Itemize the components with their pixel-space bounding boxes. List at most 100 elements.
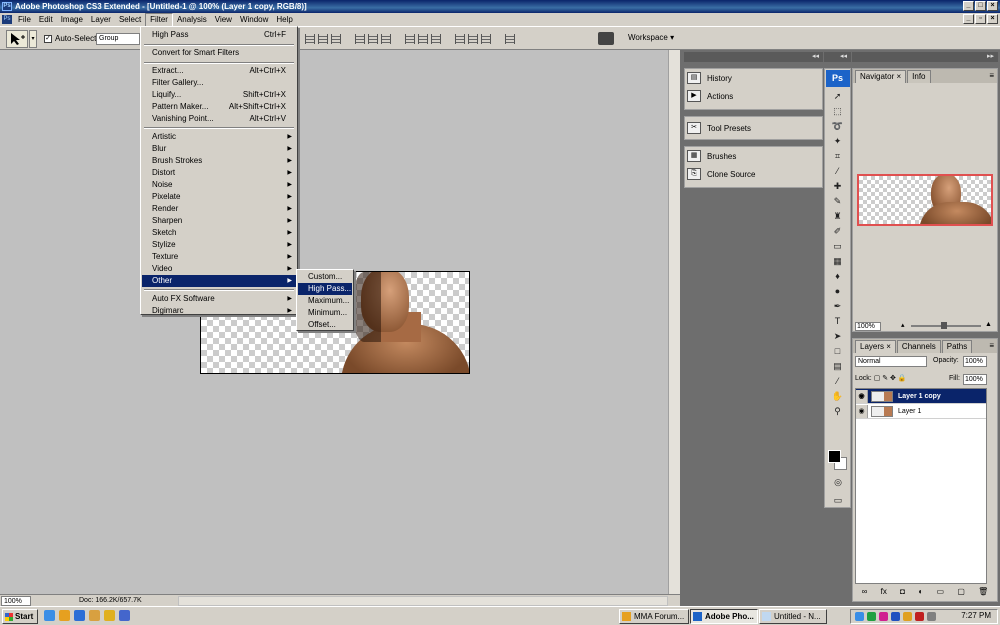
screen-mode-icon[interactable]: ▭ xyxy=(830,494,846,506)
navigator-preview[interactable] xyxy=(857,174,993,226)
menu-item-texture[interactable]: Texture ▶ xyxy=(142,251,296,263)
zoom-out-icon[interactable]: ▴ xyxy=(901,321,905,329)
menu-item-sketch[interactable]: Sketch ▶ xyxy=(142,227,296,239)
move-tool-preset-button[interactable] xyxy=(6,30,28,48)
menu-item-vanishing-point[interactable]: Vanishing Point... Alt+Ctrl+V xyxy=(142,113,296,125)
menu-item-distort[interactable]: Distort ▶ xyxy=(142,167,296,179)
menu-item-convert-smart-filters[interactable]: Convert for Smart Filters xyxy=(142,47,296,59)
magic-wand-tool-icon[interactable]: ✦ xyxy=(830,135,846,147)
auto-align-icon[interactable] xyxy=(505,34,515,44)
menu-item-stylize[interactable]: Stylize ▶ xyxy=(142,239,296,251)
lock-icons[interactable]: ▢ ✎ ✥ 🔒 xyxy=(874,375,907,382)
menu-item-pattern-maker[interactable]: Pattern Maker... Alt+Shift+Ctrl+X xyxy=(142,101,296,113)
menu-item-extract[interactable]: Extract... Alt+Ctrl+X xyxy=(142,65,296,77)
tab-navigator[interactable]: Navigator × xyxy=(855,70,907,83)
menu-item-liquify[interactable]: Liquify... Shift+Ctrl+X xyxy=(142,89,296,101)
menu-view[interactable]: View xyxy=(211,14,236,26)
vertical-scrollbar[interactable] xyxy=(668,50,680,594)
media-icon[interactable] xyxy=(104,610,115,621)
distribute-vcenter-icon[interactable] xyxy=(418,34,428,44)
new-layer-icon[interactable]: ▢ xyxy=(957,587,965,599)
menu-item-video[interactable]: Video ▶ xyxy=(142,263,296,275)
opacity-field[interactable]: 100% xyxy=(963,356,987,367)
menu-item-digimarc[interactable]: Digimarc ▶ xyxy=(142,305,296,317)
minimize-button[interactable]: _ xyxy=(963,1,974,11)
network-icon[interactable] xyxy=(855,612,864,621)
messenger-icon[interactable] xyxy=(867,612,876,621)
dodge-tool-icon[interactable]: ● xyxy=(830,285,846,297)
clone-stamp-tool-icon[interactable]: ♜ xyxy=(830,210,846,222)
blend-mode-dropdown[interactable]: Normal xyxy=(855,356,927,367)
eraser-tool-icon[interactable]: ▭ xyxy=(830,240,846,252)
layer-row[interactable]: ◉ Layer 1 xyxy=(856,404,986,419)
auto-select-checkbox[interactable]: ✓ Auto-Select: xyxy=(44,34,99,43)
start-button[interactable]: Start xyxy=(2,609,38,624)
layer-style-icon[interactable]: fx xyxy=(881,587,887,599)
dock-collapse-icon[interactable]: ◂◂ xyxy=(684,52,823,62)
marquee-tool-icon[interactable]: ⬚ xyxy=(830,105,846,117)
close-button[interactable]: × xyxy=(987,1,998,11)
menu-edit[interactable]: Edit xyxy=(35,14,57,26)
browser-icon[interactable] xyxy=(44,610,55,621)
tool-preset-dropdown-icon[interactable]: ▾ xyxy=(29,30,37,48)
healing-brush-tool-icon[interactable]: ✚ xyxy=(830,180,846,192)
doc-minimize-button[interactable]: _ xyxy=(963,14,974,24)
menu-analysis[interactable]: Analysis xyxy=(173,14,211,26)
tab-channels[interactable]: Channels xyxy=(896,340,941,353)
brush-tool-icon[interactable]: ✎ xyxy=(830,195,846,207)
notes-tool-icon[interactable]: ▤ xyxy=(830,360,846,372)
lasso-tool-icon[interactable]: ➰ xyxy=(830,120,846,132)
foreground-color-swatch[interactable] xyxy=(828,450,841,463)
menu-help[interactable]: Help xyxy=(272,14,296,26)
hand-tool-icon[interactable]: ✋ xyxy=(830,390,846,402)
align-bottom-icon[interactable] xyxy=(331,34,341,44)
menu-item-render[interactable]: Render ▶ xyxy=(142,203,296,215)
folder-icon[interactable] xyxy=(89,610,100,621)
distribute-top-icon[interactable] xyxy=(405,34,415,44)
history-brush-tool-icon[interactable]: ✐ xyxy=(830,225,846,237)
menu-item-artistic[interactable]: Artistic ▶ xyxy=(142,131,296,143)
update-icon[interactable] xyxy=(903,612,912,621)
menu-item-auto-fx-software[interactable]: Auto FX Software ▶ xyxy=(142,293,296,305)
distribute-right-icon[interactable] xyxy=(481,34,491,44)
panel-menu-icon[interactable]: ≡ xyxy=(989,341,994,350)
align-top-icon[interactable] xyxy=(305,34,315,44)
app-icon[interactable] xyxy=(119,610,130,621)
align-vcenter-icon[interactable] xyxy=(318,34,328,44)
submenu-item-custom[interactable]: Custom... xyxy=(298,271,352,283)
menu-window[interactable]: Window xyxy=(236,14,272,26)
tab-layers[interactable]: Layers × xyxy=(855,340,896,353)
firefox-icon[interactable] xyxy=(59,610,70,621)
submenu-item-maximum[interactable]: Maximum... xyxy=(298,295,352,307)
eyedropper-tool-icon[interactable]: ⁄ xyxy=(830,165,846,177)
eyedropper2-tool-icon[interactable]: ⁄ xyxy=(830,375,846,387)
menu-item-filter-gallery[interactable]: Filter Gallery... xyxy=(142,77,296,89)
move-tool-icon[interactable]: ➚ xyxy=(830,90,846,102)
adjustment-layer-icon[interactable]: ◐ xyxy=(918,587,923,599)
fill-field[interactable]: 100% xyxy=(963,374,987,385)
menu-image[interactable]: Image xyxy=(57,14,87,26)
new-group-icon[interactable]: ▭ xyxy=(936,587,944,599)
delete-layer-icon[interactable]: 🗑 xyxy=(978,587,988,599)
layer-mask-icon[interactable]: ◘ xyxy=(900,587,905,599)
history-panel-button[interactable]: ▤ History xyxy=(685,69,822,87)
quick-mask-icon[interactable]: ◎ xyxy=(830,476,846,488)
distribute-bottom-icon[interactable] xyxy=(431,34,441,44)
distribute-hcenter-icon[interactable] xyxy=(468,34,478,44)
tool-presets-panel-button[interactable]: ✂ Tool Presets xyxy=(685,119,822,137)
align-right-icon[interactable] xyxy=(381,34,391,44)
ie-icon[interactable] xyxy=(74,610,85,621)
shape-tool-icon[interactable]: □ xyxy=(830,345,846,357)
maximize-button[interactable]: □ xyxy=(975,1,986,11)
media-tray-icon[interactable] xyxy=(879,612,888,621)
menu-item-blur[interactable]: Blur ▶ xyxy=(142,143,296,155)
panels-collapse-icon[interactable]: ▸▸ xyxy=(852,52,998,62)
antivirus-icon[interactable] xyxy=(915,612,924,621)
horizontal-scrollbar[interactable] xyxy=(178,596,668,606)
task-mma-forum[interactable]: MMA Forum... xyxy=(619,609,689,624)
menu-item-noise[interactable]: Noise ▶ xyxy=(142,179,296,191)
brushes-panel-button[interactable]: ▦ Brushes xyxy=(685,147,822,165)
visibility-eye-icon[interactable]: ◉ xyxy=(856,389,868,403)
doc-close-button[interactable]: × xyxy=(987,14,998,24)
auto-select-dropdown[interactable]: Group xyxy=(96,33,140,45)
